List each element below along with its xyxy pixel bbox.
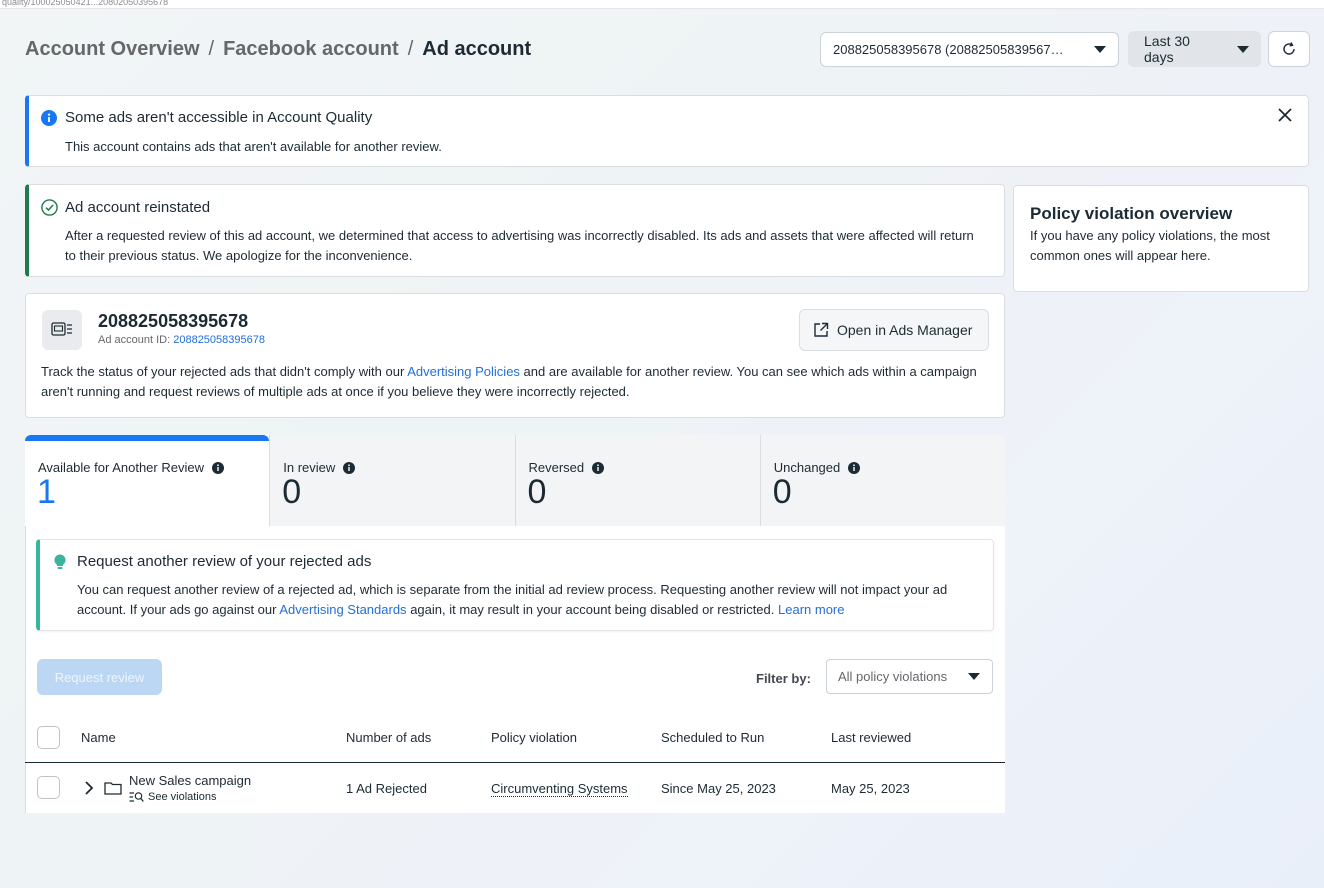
date-range-select[interactable]: Last 30 days <box>1128 31 1261 67</box>
caret-down-icon <box>1094 46 1106 53</box>
tip-title: Request another review of your rejected … <box>77 553 372 570</box>
chevron-right-icon[interactable] <box>84 781 94 795</box>
cell-number-of-ads: 1 Ad Rejected <box>346 781 427 796</box>
ad-account-id: Ad account ID: 208825058395678 <box>98 334 265 346</box>
advertising-standards-link[interactable]: Advertising Standards <box>279 602 406 617</box>
cell-scheduled: Since May 25, 2023 <box>661 781 776 796</box>
breadcrumb-separator: / <box>208 38 215 60</box>
info-icon[interactable] <box>343 461 356 474</box>
tab-count: 0 <box>772 473 792 511</box>
breadcrumb: Account Overview / Facebook account / Ad… <box>25 38 531 61</box>
tab-reversed[interactable]: Reversed 0 <box>515 435 761 527</box>
info-banner-title: Some ads aren't accessible in Account Qu… <box>65 109 373 126</box>
request-review-tip: Request another review of your rejected … <box>36 539 994 631</box>
info-icon[interactable] <box>848 461 861 474</box>
info-banner-body: This account contains ads that aren't av… <box>65 139 442 154</box>
policy-filter-select[interactable]: All policy violations <box>826 659 993 694</box>
search-list-icon <box>129 792 144 802</box>
close-icon[interactable] <box>1278 108 1292 122</box>
tab-count: 1 <box>37 473 56 511</box>
tab-count: 0 <box>527 473 547 511</box>
column-header-scheduled[interactable]: Scheduled to Run <box>661 730 764 745</box>
ad-account-description: Track the status of your rejected ads th… <box>41 362 991 402</box>
breadcrumb-account-overview[interactable]: Account Overview <box>25 38 200 61</box>
cell-last-reviewed: May 25, 2023 <box>831 781 910 796</box>
url-strip: quality/100025050421...20802050395678 <box>0 0 1324 9</box>
tab-available-for-review[interactable]: Available for Another Review 1 <box>25 435 271 527</box>
review-status-tabs: Available for Another Review 1 In review… <box>25 435 1005 527</box>
tab-unchanged[interactable]: Unchanged 0 <box>760 435 1005 527</box>
see-violations-label: See violations <box>148 791 217 803</box>
reinstated-banner: Ad account reinstated After a requested … <box>25 184 1005 277</box>
check-circle-icon <box>41 199 58 216</box>
info-banner: Some ads aren't accessible in Account Qu… <box>25 95 1309 167</box>
info-icon[interactable] <box>211 461 224 474</box>
cell-policy-violation[interactable]: Circumventing Systems <box>491 781 628 797</box>
policy-filter-value: All policy violations <box>838 669 948 684</box>
refresh-icon <box>1283 42 1295 55</box>
breadcrumb-separator: / <box>407 38 414 60</box>
ad-account-id-link[interactable]: 208825058395678 <box>173 334 265 346</box>
page-title: Ad account <box>422 38 532 60</box>
column-header-ads[interactable]: Number of ads <box>346 730 431 745</box>
column-header-violation[interactable]: Policy violation <box>491 730 577 745</box>
policy-overview-title: Policy violation overview <box>1030 204 1233 223</box>
reinstated-title: Ad account reinstated <box>65 199 211 216</box>
account-select-value: 208825058395678 (20882505839567… <box>833 42 1064 57</box>
policy-overview-card: Policy violation overview If you have an… <box>1013 185 1309 292</box>
select-all-checkbox[interactable] <box>37 726 60 749</box>
breadcrumb-facebook-account[interactable]: Facebook account <box>223 38 399 61</box>
filter-label: Filter by: <box>756 671 811 686</box>
request-review-button[interactable]: Request review <box>37 659 162 695</box>
desc-text: Track the status of your rejected ads th… <box>41 364 405 379</box>
external-link-icon <box>814 322 829 337</box>
ad-account-card: 208825058395678 Ad account ID: 208825058… <box>25 293 1005 418</box>
column-header-name[interactable]: Name <box>81 730 116 745</box>
open-in-ads-manager-label: Open in Ads Manager <box>837 322 973 338</box>
tab-in-review[interactable]: In review 0 <box>270 435 516 527</box>
caret-down-icon <box>968 673 980 680</box>
info-icon <box>41 110 57 126</box>
learn-more-link[interactable]: Learn more <box>778 602 844 617</box>
reinstated-body: After a requested review of this ad acco… <box>65 228 974 263</box>
lightbulb-icon <box>54 554 66 569</box>
column-header-last-reviewed[interactable]: Last reviewed <box>831 730 911 745</box>
tab-label: Available for Another Review <box>38 460 204 475</box>
folder-icon <box>104 782 122 795</box>
see-violations-link[interactable]: See violations <box>129 791 217 803</box>
info-icon[interactable] <box>592 461 605 474</box>
advertising-policies-link[interactable]: Advertising Policies <box>407 364 520 379</box>
ad-account-id-label: Ad account ID: <box>98 334 171 346</box>
open-in-ads-manager-button[interactable]: Open in Ads Manager <box>799 309 989 351</box>
row-checkbox[interactable] <box>37 776 60 799</box>
caret-down-icon <box>1237 45 1249 53</box>
policy-overview-body: If you have any policy violations, the m… <box>1030 228 1270 263</box>
campaign-name[interactable]: New Sales campaign <box>129 773 251 788</box>
ad-account-name: 208825058395678 <box>98 311 249 331</box>
date-range-value: Last 30 days <box>1144 33 1190 65</box>
table-header-divider <box>25 762 1005 763</box>
tip-text: again, it may result in your account bei… <box>410 602 775 617</box>
ad-account-icon <box>42 310 82 350</box>
tab-count: 0 <box>282 473 302 511</box>
account-select[interactable]: 208825058395678 (20882505839567… <box>820 32 1119 67</box>
refresh-button[interactable] <box>1268 31 1310 67</box>
tip-body: You can request another review of a reje… <box>77 580 977 620</box>
